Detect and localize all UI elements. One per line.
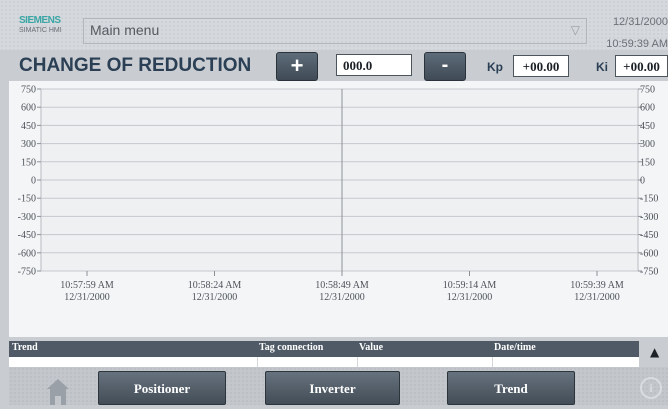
header-bar: SIEMENS SIMATIC HMI Main menu ▽ 12/31/20… [0, 0, 668, 50]
column-value: Value [359, 342, 384, 353]
x-tick-time-label: 10:59:14 AM [443, 280, 497, 291]
y-tick-label: 450 [21, 121, 36, 132]
y-tick-label-right: -450 [640, 230, 658, 241]
x-tick-time-label: 10:57:59 AM [60, 280, 114, 291]
y-tick-label: 150 [21, 157, 36, 168]
siemens-logo: SIEMENS [19, 15, 61, 26]
header-time: 10:59:39 AM [606, 38, 668, 50]
x-tick-time-label: 10:59:39 AM [570, 280, 624, 291]
x-tick-date-label: 12/31/2000 [319, 292, 365, 303]
column-tag-connection: Tag connection [259, 342, 324, 353]
trend-view[interactable]: 750 750 600 600 450 450 300 300 150 150 0 0 -150 -150… [9, 81, 668, 337]
kp-field[interactable]: +00.00 [513, 55, 569, 77]
x-tick-time-label: 10:58:24 AM [188, 280, 242, 291]
x-tick-time-label: 10:58:49 AM [315, 280, 369, 291]
y-tick-label-right: 300 [640, 139, 655, 150]
scroll-up-icon[interactable]: ▲ [650, 345, 659, 359]
y-tick-label-right: -300 [640, 212, 658, 223]
main-menu-label: Main menu [90, 22, 160, 38]
column-trend: Trend [12, 342, 38, 353]
y-tick-label-right: -750 [640, 267, 658, 278]
y-tick-label-right: 450 [640, 121, 655, 132]
ki-label: Ki [596, 60, 608, 74]
chevron-down-icon: ▽ [570, 23, 580, 37]
y-tick-label-right: 600 [640, 103, 655, 114]
home-icon [47, 379, 69, 405]
y-tick-label-right: -150 [640, 194, 658, 205]
ki-field[interactable]: +00.00 [615, 55, 668, 77]
main-menu-dropdown[interactable]: Main menu ▽ [83, 18, 587, 44]
y-tick-label: -450 [18, 230, 36, 241]
y-tick-label: 600 [21, 103, 36, 114]
x-tick-date-label: 12/31/2000 [192, 292, 238, 303]
y-tick-label-right: -600 [640, 248, 658, 259]
y-tick-label: -150 [18, 194, 36, 205]
table-header: Trend Tag connection Value Date/time [9, 341, 639, 357]
info-icon[interactable]: i [640, 377, 662, 399]
decrease-button[interactable]: - [424, 52, 466, 81]
page-title: CHANGE OF REDUCTION [19, 55, 252, 76]
positioner-button[interactable]: Positioner [98, 371, 226, 405]
inverter-button[interactable]: Inverter [265, 371, 400, 405]
y-tick-label-right: 750 [640, 85, 655, 96]
header-date: 12/31/2000 [612, 16, 668, 28]
simatic-hmi-label: SIMATIC HMI [19, 27, 62, 34]
y-tick-label-right: 150 [640, 157, 655, 168]
x-tick-date-label: 12/31/2000 [64, 292, 110, 303]
increase-button[interactable]: + [276, 52, 318, 81]
x-tick-date-label: 12/31/2000 [574, 292, 620, 303]
y-tick-label: 300 [21, 139, 36, 150]
trend-chart: 750 750 600 600 450 450 300 300 150 150 0 0 -150 -150… [18, 85, 659, 304]
y-tick-label: 0 [31, 176, 36, 187]
y-tick-label: -300 [18, 212, 36, 223]
y-tick-label: 750 [21, 85, 36, 96]
y-tick-label-right: 0 [640, 176, 645, 187]
kp-label: Kp [487, 60, 503, 74]
column-date-time: Date/time [494, 342, 536, 353]
reduction-value-field[interactable]: 000.0 [336, 54, 412, 76]
x-tick-date-label: 12/31/2000 [447, 292, 493, 303]
home-button[interactable] [44, 371, 72, 405]
y-tick-label: -750 [18, 267, 36, 278]
y-tick-label: -600 [18, 248, 36, 259]
trend-button[interactable]: Trend [447, 371, 575, 405]
